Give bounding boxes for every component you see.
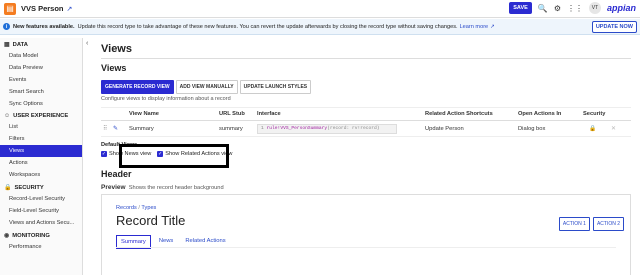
- top-right-toolbar: SAVE 🔍 ⚙ ⋮⋮ VT appian: [509, 2, 636, 14]
- sidebar-item-filters[interactable]: Filters: [0, 133, 82, 145]
- col-header-open-actions-in: Open Actions In: [518, 111, 562, 117]
- edit-icon[interactable]: ✎: [113, 126, 129, 132]
- col-header-interface: Interface: [257, 111, 281, 117]
- divider: [101, 58, 631, 59]
- tab-divider: [116, 247, 616, 248]
- gear-icon[interactable]: ⚙: [554, 4, 561, 13]
- info-icon: i: [3, 23, 10, 30]
- top-bar: ▤ VVS Person ↗ SAVE 🔍 ⚙ ⋮⋮ VT appian: [0, 0, 640, 18]
- save-button[interactable]: SAVE: [509, 2, 532, 14]
- sidebar-item-workspaces[interactable]: Workspaces: [0, 169, 82, 181]
- update-launch-styles-button[interactable]: UPDATE LAUNCH STYLES: [239, 80, 312, 94]
- interface-expression-field[interactable]: 1 rule!VVS_PersonSummary (record: rv!rec…: [257, 123, 397, 134]
- sidebar-item-events[interactable]: Events: [0, 74, 82, 86]
- col-header-url-stub: URL Stub: [219, 111, 245, 117]
- delete-row-icon[interactable]: ✕: [611, 126, 623, 132]
- sidebar-item-views-and-actions-secu[interactable]: Views and Actions Secu...: [0, 217, 82, 229]
- col-header-view-name: View Name: [129, 111, 159, 117]
- grid-menu-icon[interactable]: ⋮⋮: [567, 4, 583, 13]
- record-type-name: VVS Person: [21, 4, 64, 13]
- sidebar: ▦ DATA Data Model Data Preview Events Smart S…: [0, 38, 83, 275]
- sidebar-item-performance[interactable]: Performance: [0, 241, 82, 253]
- checkbox-checked-icon[interactable]: ✓: [101, 151, 107, 157]
- sidebar-section-monitoring: ◉ MONITORING: [4, 232, 50, 240]
- generate-record-view-button[interactable]: GENERATE RECORD VIEW: [101, 80, 174, 94]
- preview-actions: ACTION 1 ACTION 2: [558, 217, 624, 231]
- sidebar-item-data-model[interactable]: Data Model: [0, 50, 82, 62]
- table-header: View Name URL Stub Interface Related Act…: [101, 107, 631, 121]
- search-icon[interactable]: 🔍: [538, 4, 548, 13]
- main-content: Views Views GENERATE RECORD VIEW ADD VIE…: [95, 38, 640, 275]
- database-icon: ▦: [4, 42, 10, 48]
- sidebar-item-smart-search[interactable]: Smart Search: [0, 86, 82, 98]
- url-stub-cell: summary: [219, 125, 243, 132]
- banner-bold-text: New features available.: [13, 23, 75, 30]
- header-section-title: Header: [101, 169, 132, 179]
- avatar[interactable]: VT: [588, 2, 601, 14]
- collapse-sidebar-icon[interactable]: ‹: [86, 40, 88, 47]
- banner-message: Update this record type to take advantag…: [77, 23, 458, 30]
- page-title: Views: [101, 43, 132, 55]
- sidebar-section-user-experience: ☺ USER EXPERIENCE: [4, 113, 69, 119]
- user-icon: ☺: [4, 113, 11, 119]
- open-external-icon[interactable]: ↗: [67, 5, 73, 13]
- section-title: Views: [101, 63, 127, 73]
- breadcrumb: Records / Types: [116, 205, 157, 211]
- record-type-icon: ▤: [4, 2, 16, 15]
- action-2-button[interactable]: ACTION 2: [592, 217, 624, 231]
- appian-logo: appian: [606, 3, 636, 13]
- sidebar-item-list[interactable]: List: [0, 121, 82, 133]
- views-description: Configure views to display information a…: [101, 96, 231, 102]
- sidebar-item-actions[interactable]: Actions: [0, 157, 82, 169]
- record-title: Record Title: [116, 213, 186, 228]
- learn-more-external-icon[interactable]: ↗: [490, 24, 495, 30]
- highlight-box: [119, 144, 229, 168]
- learn-more-link[interactable]: Learn more: [460, 24, 489, 30]
- sidebar-item-record-level-security[interactable]: Record-Level Security: [0, 193, 82, 205]
- sidebar-section-data: ▦ DATA: [4, 41, 28, 49]
- preview-label: Preview Shows the record header backgrou…: [101, 184, 224, 191]
- action-1-button[interactable]: ACTION 1: [558, 217, 590, 231]
- add-view-manually-button[interactable]: ADD VIEW MANUALLY: [175, 80, 238, 94]
- view-button-row: GENERATE RECORD VIEW ADD VIEW MANUALLY U…: [101, 80, 312, 94]
- sidebar-section-security: 🔒 SECURITY: [4, 184, 44, 192]
- update-now-button[interactable]: UPDATE NOW: [591, 21, 637, 33]
- monitor-icon: ◉: [4, 233, 10, 239]
- table-row: ⠿ ✎ Summary summary 1 rule!VVS_PersonSum…: [101, 121, 631, 137]
- sidebar-item-field-level-security[interactable]: Field-Level Security: [0, 205, 82, 217]
- views-table: View Name URL Stub Interface Related Act…: [101, 107, 631, 137]
- col-header-related-action-shortcuts: Related Action Shortcuts: [425, 111, 493, 117]
- sidebar-item-sync-options[interactable]: Sync Options: [0, 98, 82, 110]
- security-lock-icon[interactable]: 🔒: [583, 126, 611, 132]
- lock-icon: 🔒: [4, 185, 12, 191]
- open-actions-in-cell: Dialog box: [518, 125, 546, 132]
- sidebar-item-data-preview[interactable]: Data Preview: [0, 62, 82, 74]
- sidebar-item-views[interactable]: Views: [0, 145, 82, 157]
- drag-handle-icon[interactable]: ⠿: [101, 126, 113, 132]
- record-header-preview: Records / Types Record Title ACTION 1 AC…: [101, 194, 631, 275]
- col-header-security: Security: [583, 111, 606, 117]
- view-name-cell[interactable]: Summary: [129, 126, 219, 132]
- related-action-shortcut-cell: Update Person: [425, 125, 464, 132]
- new-features-banner: i New features available. Update this re…: [0, 19, 640, 35]
